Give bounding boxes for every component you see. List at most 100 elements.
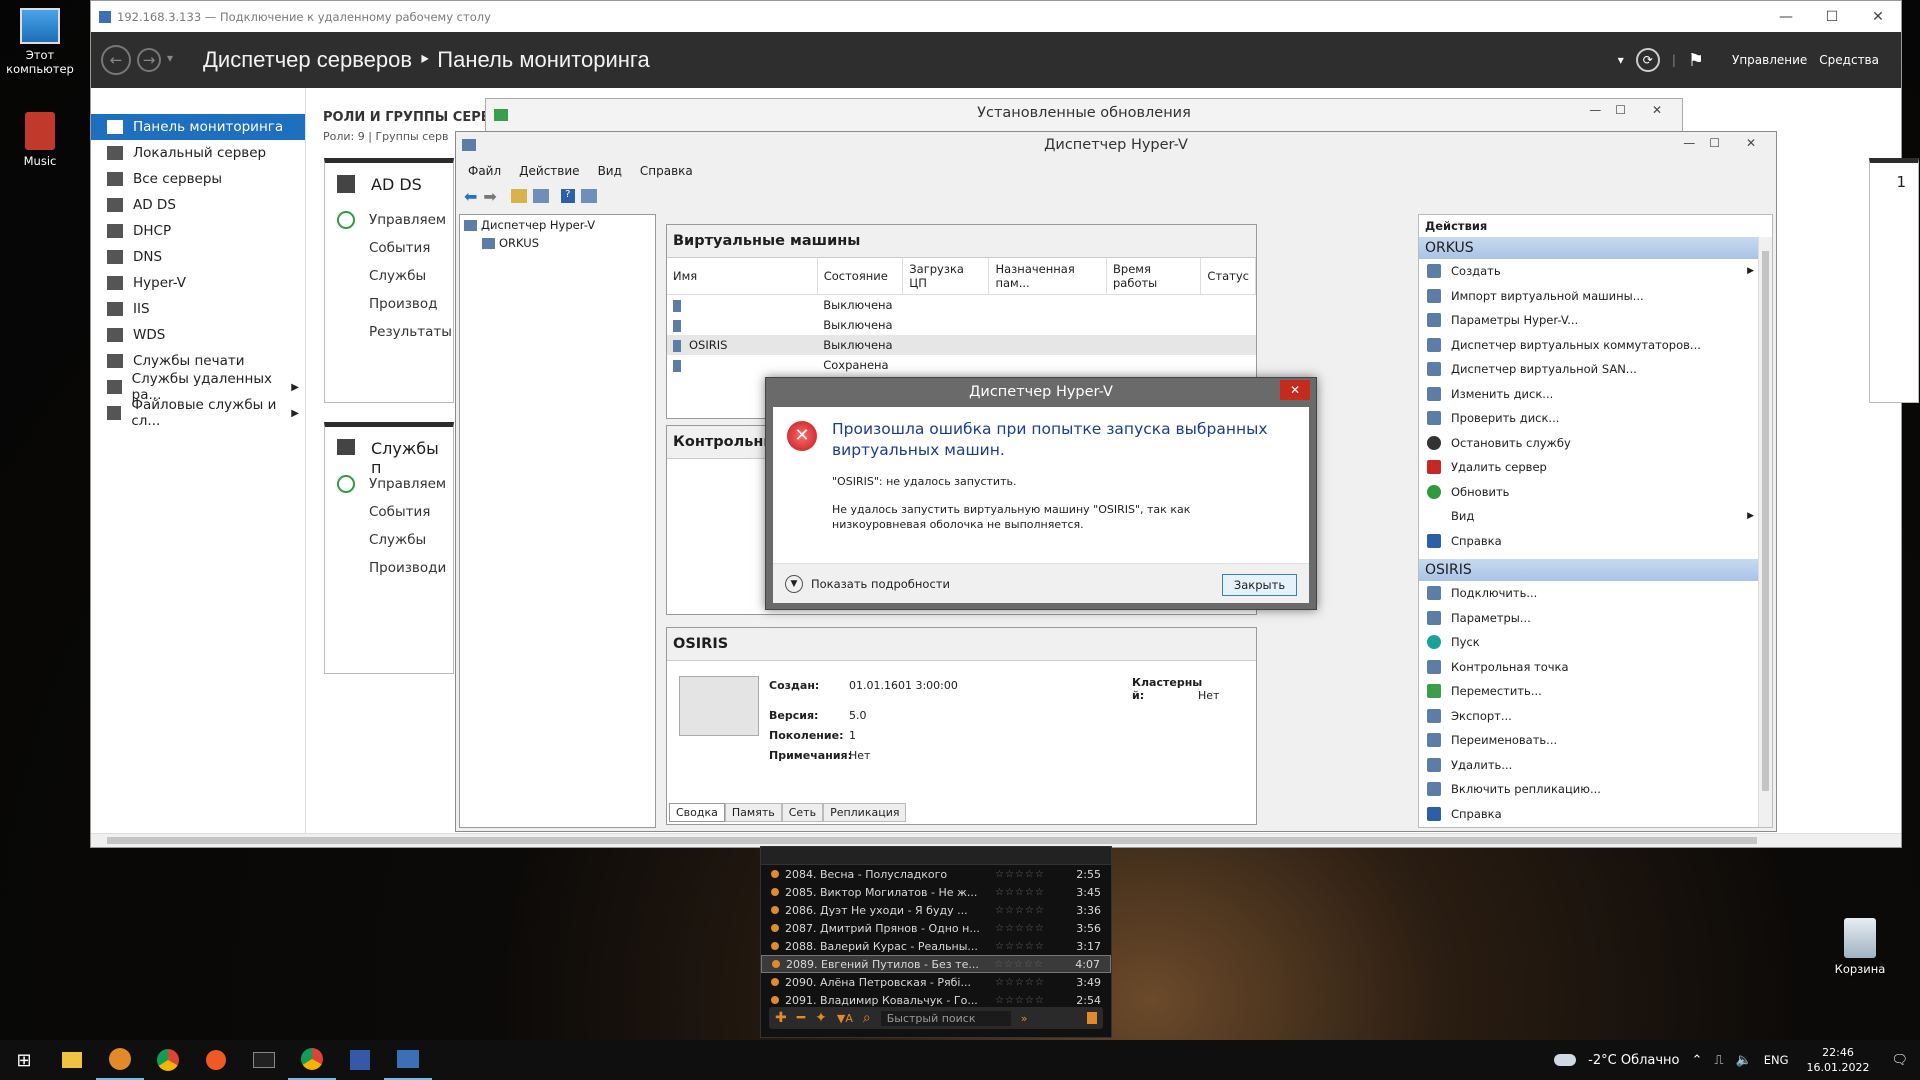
close-button[interactable]: ✕ [1280,380,1310,400]
actions-group-orkus[interactable]: ORKUS▲ [1419,237,1772,259]
action-inspect-disk[interactable]: Проверить диск... [1419,406,1772,431]
table-row[interactable]: Выключена [667,315,1256,335]
nav-item-dashboard[interactable]: Панель мониторинга [91,114,305,140]
action-rename[interactable]: Переименовать... [1419,728,1772,753]
nav-item-dhcp[interactable]: DHCP [91,218,305,244]
list-item[interactable]: 2084. Весна - Полусладкого ☆☆☆☆☆ 2:55 [761,865,1111,883]
refresh-icon[interactable]: ⟳ [1635,48,1660,72]
minimize-icon[interactable]: — [1589,103,1601,117]
show-details[interactable]: ▼ Показать подробности [785,575,950,593]
role-tile-print[interactable]: Службы п Управляем События Службы Произв… [324,422,454,674]
rating-stars[interactable]: ☆☆☆☆☆ [995,923,1065,934]
maximize-icon[interactable]: ☐ [1709,136,1720,150]
col-name[interactable]: Имя [667,258,818,295]
action-pane-icon[interactable] [580,189,597,203]
clock[interactable]: 22:46 16.01.2022 [1807,1045,1870,1075]
tab-summary[interactable]: Сводка [669,803,725,822]
role-tile-ad-ds[interactable]: AD DS Управляем События Службы Производ … [324,158,454,403]
tile-row-events[interactable]: События [325,499,453,527]
action-export[interactable]: Экспорт... [1419,704,1772,729]
menu-view[interactable]: Вид [598,164,622,178]
nav-item-hyper-v[interactable]: Hyper-V [91,270,305,296]
forward-icon[interactable]: » [1021,1012,1028,1025]
list-item[interactable]: 2088. Валерий Курас - Реальны... ☆☆☆☆☆ 3:1… [761,937,1111,955]
menu-action[interactable]: Действие [519,164,579,178]
volume-icon[interactable]: 🔈 [1736,1053,1752,1068]
nav-item-file-services[interactable]: Файловые службы и сл... ▶ [91,397,305,429]
tree-root[interactable]: Диспетчер Hyper-V [460,215,655,235]
action-move[interactable]: Переместить... [1419,679,1772,704]
actions-group-osiris[interactable]: OSIRIS▲ [1419,559,1772,581]
rdp-titlebar[interactable]: 192.168.3.133 — Подключение к удаленному… [91,1,1901,32]
chevron-down-icon[interactable]: ▾ [167,51,173,75]
col-cpu[interactable]: Загрузка ЦП [902,258,990,295]
taskbar-save-app[interactable] [336,1040,384,1080]
menu-file[interactable]: Файл [468,164,501,178]
action-view[interactable]: Вид ▶ [1419,504,1772,529]
add-icon[interactable]: ✚ [775,1010,787,1026]
action-settings[interactable]: Параметры... [1419,606,1772,631]
taskbar-explorer[interactable] [48,1040,96,1080]
action-start[interactable]: Пуск [1419,630,1772,655]
action-checkpoint[interactable]: Контрольная точка [1419,655,1772,680]
sort-icon[interactable]: ▼A [837,1012,853,1025]
network-icon[interactable]: ⎍ [1714,1053,1723,1068]
chevron-down-icon[interactable]: ▾ [1618,53,1624,67]
desktop-icon-music[interactable]: Music [0,112,80,168]
action-help-vm[interactable]: Справка [1419,802,1772,827]
col-state[interactable]: Состояние [817,258,904,295]
rating-stars[interactable]: ☆☆☆☆☆ [995,977,1065,988]
back-icon[interactable]: ⬅ [464,187,477,206]
help-icon[interactable]: ? [560,189,575,203]
chevron-up-icon[interactable]: ⌃ [1692,1053,1703,1068]
taskbar-rdp[interactable] [384,1040,432,1080]
remove-icon[interactable]: ━ [797,1010,805,1026]
action-delete[interactable]: Удалить... [1419,753,1772,778]
language-indicator[interactable]: ENG [1764,1053,1789,1067]
col-uptime[interactable]: Время работы [1106,258,1202,295]
action-help[interactable]: Справка [1419,529,1772,554]
tile-row-bpa[interactable]: Результаты [325,319,453,347]
forward-icon[interactable]: ➡ [483,187,496,206]
select-icon[interactable]: ✦ [815,1010,827,1026]
nav-item-wds[interactable]: WDS [91,322,305,348]
tree-node-orkus[interactable]: ORKUS [460,235,655,251]
horizontal-scrollbar[interactable] [91,833,1901,847]
back-button[interactable]: ← [101,45,131,75]
list-item[interactable]: 2086. Дуэт Не уходи - Я буду ... ☆☆☆☆☆ 3:3… [761,901,1111,919]
taskbar-chrome-2[interactable] [288,1040,336,1080]
action-create[interactable]: Создать ▶ [1419,259,1772,284]
weather-text[interactable]: -2°C Облачно [1588,1053,1679,1068]
action-san-manager[interactable]: Диспетчер виртуальной SAN... [1419,357,1772,382]
start-button[interactable]: ⊞ [0,1040,48,1080]
tab-network[interactable]: Сеть [781,803,824,822]
tab-memory[interactable]: Память [724,803,782,822]
rating-stars[interactable]: ☆☆☆☆☆ [994,959,1064,970]
table-row[interactable]: Выключена [667,295,1256,316]
role-tile-right[interactable]: 1 [1869,158,1919,403]
action-refresh[interactable]: Обновить [1419,480,1772,505]
taskbar-aimp[interactable] [96,1040,144,1080]
manage-menu[interactable]: Управление [1732,53,1807,67]
action-hyperv-settings[interactable]: Параметры Hyper-V... [1419,308,1772,333]
action-remove-server[interactable]: Удалить сервер [1419,455,1772,480]
folder-up-icon[interactable] [510,189,527,203]
quick-search-input[interactable]: Быстрый поиск [880,1010,1011,1026]
tile-row-manageability[interactable]: Управляем [325,471,453,499]
action-enable-replication[interactable]: Включить репликацию... [1419,777,1772,802]
rating-stars[interactable]: ☆☆☆☆☆ [995,941,1065,952]
list-item[interactable]: 2087. Дмитрий Прянов - Одно н... ☆☆☆☆☆ 3:5… [761,919,1111,937]
nav-item-iis[interactable]: IIS [91,296,305,322]
taskbar-terminal[interactable] [240,1040,288,1080]
show-tree-icon[interactable] [532,189,549,203]
forward-button[interactable]: → [137,48,161,72]
tile-row-performance[interactable]: Производ [325,291,453,319]
list-item[interactable]: 2089. Евгений Путилов - Без те... ☆☆☆☆☆ 4:… [761,955,1111,973]
nav-item-local-server[interactable]: Локальный сервер [91,140,305,166]
table-row[interactable]: Сохранена [667,355,1256,375]
action-switch-manager[interactable]: Диспетчер виртуальных коммутаторов... [1419,333,1772,358]
menu-help[interactable]: Справка [640,164,693,178]
hyperv-titlebar[interactable]: Диспетчер Hyper-V — ☐ ✕ [456,132,1776,158]
rating-stars[interactable]: ☆☆☆☆☆ [995,995,1065,1006]
file-icon[interactable] [1087,1012,1097,1024]
